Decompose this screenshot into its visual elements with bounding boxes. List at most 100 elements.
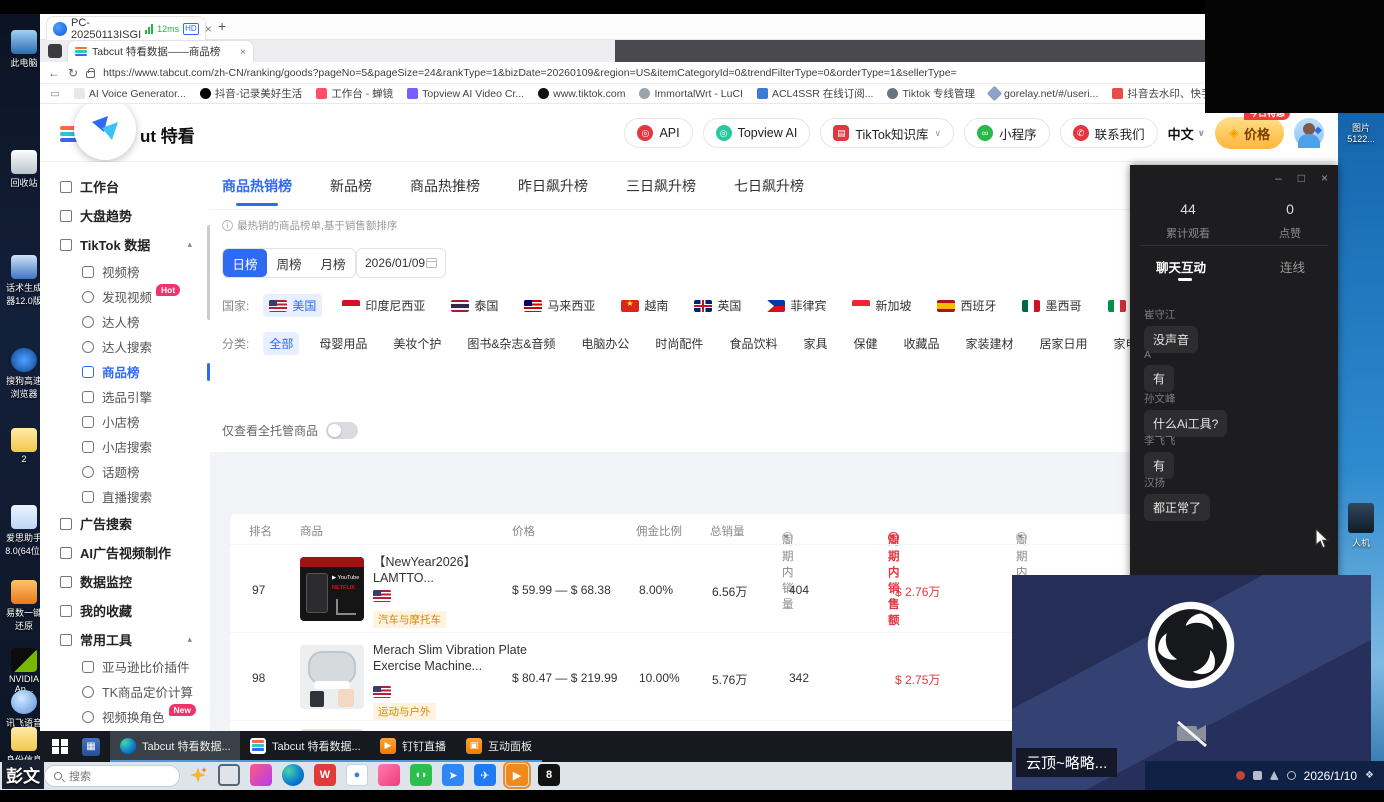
desktop-icon-renji[interactable]: 人机 [1338, 503, 1384, 549]
sidebar-item-live-search[interactable]: 直播搜索 [60, 484, 210, 509]
country-vn[interactable]: 越南 [615, 294, 674, 317]
tab-hot-sales[interactable]: 商品热销榜 [222, 176, 292, 206]
country-ph[interactable]: 菲律宾 [761, 294, 832, 317]
sidebar-item-video-role-swap[interactable]: 视频换角色New [60, 704, 210, 729]
country-gb[interactable]: 英国 [688, 294, 747, 317]
period-weekly[interactable]: 周榜 [267, 249, 311, 277]
country-id[interactable]: 印度尼西亚 [336, 294, 431, 317]
close-session-icon[interactable]: × [205, 22, 212, 36]
tray-date[interactable]: 2026/1/10 [1304, 769, 1357, 783]
price-button[interactable]: ◈价格 今日特惠 [1215, 117, 1284, 149]
sidebar-item-ai-ad-video[interactable]: AI广告视频制作 [60, 538, 210, 567]
bookmark[interactable]: Tiktok 专线管理 [887, 86, 975, 101]
sidebar-item-common-tools[interactable]: 常用工具▴ [60, 625, 210, 654]
back-button[interactable]: ← [48, 66, 60, 80]
desktop-icon-this-pc[interactable]: 此电脑 [4, 30, 44, 69]
sidebar-item-discover-video[interactable]: 发现视频Hot [60, 284, 210, 309]
collapse-icon[interactable]: ▴ [187, 239, 192, 250]
managed-goods-toggle[interactable] [326, 422, 358, 439]
category-item[interactable]: 母婴用品 [313, 332, 373, 355]
bookmark[interactable]: 抖音-记录美好生活 [200, 86, 303, 101]
wps-icon[interactable]: W [314, 764, 336, 786]
country-mx[interactable]: 墨西哥 [1016, 294, 1087, 317]
edge-icon[interactable] [282, 764, 304, 786]
task-view-icon[interactable] [218, 764, 240, 786]
bookmark[interactable]: www.tiktok.com [538, 88, 625, 100]
category-item[interactable]: 家装建材 [960, 332, 1020, 355]
mini-program-button[interactable]: ∞小程序 [964, 118, 1050, 148]
sidebar-item-shop-rank[interactable]: 小店榜 [60, 409, 210, 434]
tiktok-kb-button[interactable]: ▤TikTok知识库∨ [820, 118, 954, 148]
country-es[interactable]: 西班牙 [931, 294, 1002, 317]
sidebar-item-my-favorites[interactable]: 我的收藏 [60, 596, 210, 625]
bookmark[interactable]: AI Voice Generator... [74, 88, 186, 100]
desktop-icon-recycle-bin[interactable]: 回收站 [4, 150, 44, 189]
sidebar-item-creator-rank[interactable]: 达人榜 [60, 309, 210, 334]
taskbar-app-tabcut[interactable]: Tabcut 特看数据... [240, 731, 370, 762]
capcut-icon[interactable]: 8 [538, 764, 560, 786]
tab-new-products[interactable]: 新品榜 [330, 176, 372, 206]
category-item[interactable]: 保健 [847, 332, 883, 355]
sidebar-item-video-rank[interactable]: 视频榜 [60, 259, 210, 284]
taskbar-app-edge-tabcut[interactable]: Tabcut 特看数据... [110, 731, 240, 762]
taskbar-app-dingtalk-live[interactable]: ▶ 钉钉直播 [370, 731, 456, 762]
minimize-icon[interactable]: – [1275, 171, 1282, 185]
sidebar-item-product-engine[interactable]: 选品引擎 [60, 384, 210, 409]
sidebar-item-market-trend[interactable]: 大盘趋势 [60, 201, 210, 230]
api-button[interactable]: ◎API [624, 118, 692, 148]
topview-ai-button[interactable]: ◎Topview AI [703, 118, 811, 148]
desktop-icon-picture[interactable]: 图片 5122... [1338, 121, 1384, 144]
tab-hot-promoted[interactable]: 商品热推榜 [410, 176, 480, 206]
category-item[interactable]: 图书&杂志&音频 [461, 332, 561, 355]
tray-color-icon[interactable] [1236, 771, 1245, 780]
period-monthly[interactable]: 月榜 [311, 249, 355, 277]
sidebar-item-workbench[interactable]: 工作台 [60, 172, 210, 201]
category-item[interactable]: 电脑办公 [575, 332, 635, 355]
bookmark[interactable]: ACL4SSR 在线订阅... [757, 86, 874, 101]
dingtalk-live-icon[interactable]: ▶ [506, 764, 528, 786]
close-icon[interactable]: × [1321, 171, 1328, 185]
maximize-icon[interactable]: □ [1298, 171, 1305, 185]
country-th[interactable]: 泰国 [445, 294, 504, 317]
wechat-icon[interactable]: ◖◗ [410, 764, 432, 786]
copilot-sparkle-icon[interactable] [188, 765, 208, 785]
collapse-icon[interactable]: ▴ [187, 634, 192, 645]
refresh-button[interactable]: ↻ [68, 66, 78, 80]
jianying-icon[interactable] [250, 764, 272, 786]
dingtalk-icon[interactable]: ✈ [474, 764, 496, 786]
taskbar-search[interactable]: 搜索 [44, 765, 180, 787]
start-button[interactable] [52, 739, 68, 755]
sidebar-item-topic-rank[interactable]: 话题榜 [60, 459, 210, 484]
show-desktop-icon[interactable]: ❖ [1365, 770, 1374, 781]
pinned-app-icon[interactable]: ▦ [82, 738, 100, 756]
sidebar-item-tiktok-data[interactable]: TikTok 数据▴ [60, 230, 210, 259]
sidebar-toggle-icon[interactable]: ▭ [50, 88, 60, 100]
tab-chat-interaction[interactable]: 聊天互动 [1156, 257, 1206, 276]
new-session-button[interactable]: + [218, 18, 226, 34]
category-item[interactable]: 家具 [797, 332, 833, 355]
remote-session-tab[interactable]: PC-20250113ISGI 12ms HD × [46, 16, 206, 40]
contact-us-button[interactable]: ✆联系我们 [1060, 118, 1158, 148]
tab-7day-surge[interactable]: 七日飙升榜 [734, 176, 804, 206]
category-item[interactable]: 居家日用 [1034, 332, 1094, 355]
bookmark[interactable]: gorelay.net/#/useri... [989, 88, 1098, 100]
taskbar-app-interactive-panel[interactable]: ▣ 互动面板 [456, 731, 542, 762]
product-title[interactable]: Merach Slim Vibration Plate Exercise Mac… [373, 642, 528, 675]
volume-icon[interactable] [1287, 771, 1296, 780]
tab-3day-surge[interactable]: 三日飙升榜 [626, 176, 696, 206]
photos-app-icon[interactable] [378, 764, 400, 786]
product-title[interactable]: 【NewYear2026】LAMTTO... [373, 554, 528, 587]
product-image[interactable]: ▶ YouTube NETFLIX [300, 557, 364, 621]
wifi-icon[interactable] [1270, 771, 1279, 780]
period-daily[interactable]: 日榜 [223, 249, 267, 277]
tab-yesterday-surge[interactable]: 昨日飙升榜 [518, 176, 588, 206]
sidebar-item-data-monitor[interactable]: 数据监控 [60, 567, 210, 596]
close-tab-icon[interactable]: × [240, 46, 246, 58]
sidebar-item-ad-search[interactable]: 广告搜索 [60, 509, 210, 538]
bookmark[interactable]: 工作台 - 蝉镜 [316, 86, 393, 101]
country-us[interactable]: 美国 [263, 294, 322, 317]
desktop-icon-aisi-assistant[interactable]: 爱思助手 8.0(64位) [4, 505, 44, 557]
product-image[interactable] [300, 645, 364, 709]
floating-logo-widget[interactable] [74, 104, 136, 160]
sidebar-item-amazon-price-plugin[interactable]: 亚马逊比价插件 [60, 654, 210, 679]
